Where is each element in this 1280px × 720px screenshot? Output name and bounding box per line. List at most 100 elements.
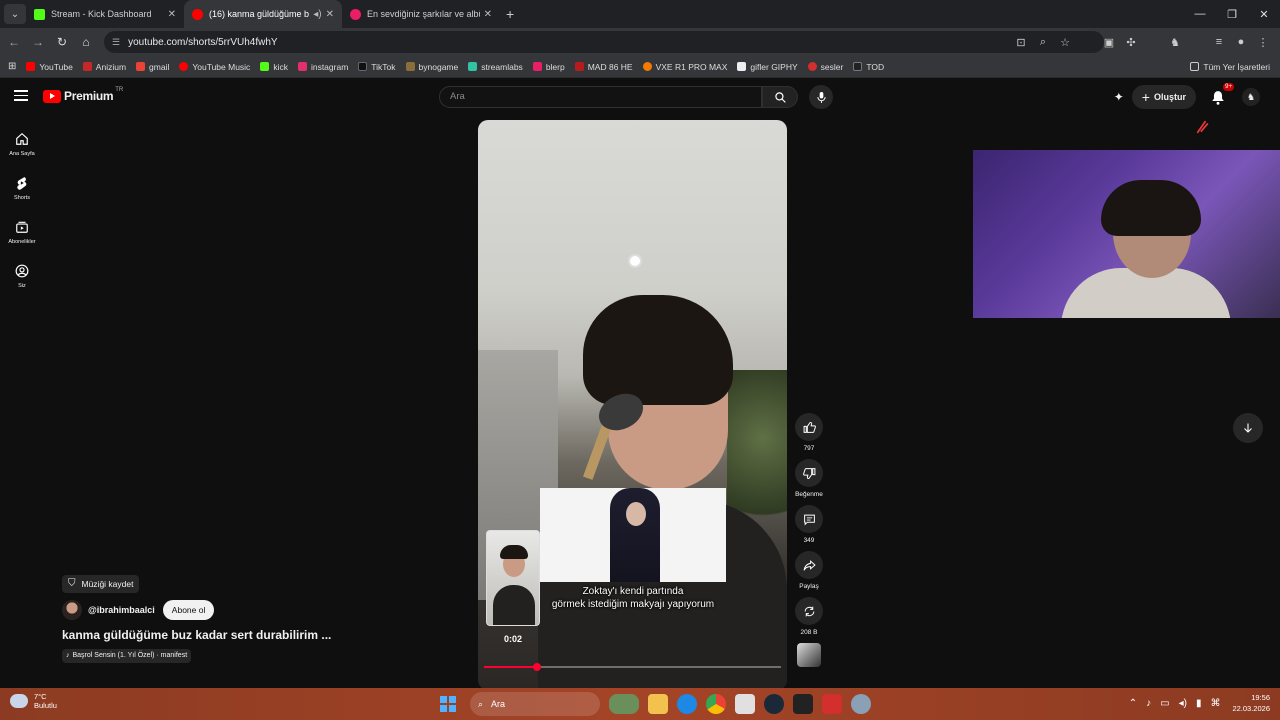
file-explorer-icon[interactable] (648, 694, 668, 714)
bookmark-label: instagram (310, 61, 349, 72)
bookmark-youtube-music[interactable]: YouTube Music (179, 62, 250, 72)
profile-icon[interactable]: ● (1230, 36, 1252, 48)
nav-home[interactable]: Ana Sayfa (0, 122, 44, 166)
bookmark-tod[interactable]: TOD (853, 62, 884, 72)
reload-icon[interactable]: ↻ (50, 30, 74, 54)
clock[interactable]: 19:56 22.03.2026 (1232, 692, 1270, 714)
next-short-button[interactable] (1233, 413, 1263, 443)
volume-icon[interactable]: ◂) (1179, 698, 1187, 709)
minimize-icon[interactable]: — (1184, 0, 1216, 28)
youtube-premium-logo[interactable]: Premium TR (43, 87, 123, 103)
site-info-icon[interactable]: ☰ (112, 37, 120, 48)
dislike-button[interactable] (795, 459, 823, 487)
shorts-video-player[interactable]: Zoktay'ı kendi partında görmek istediğim… (478, 120, 787, 690)
channel-name[interactable]: @ibrahimbaalci (88, 605, 155, 615)
weather-widget[interactable]: 7°C Bulutlu (10, 692, 57, 710)
widget-icon[interactable] (609, 694, 639, 714)
network-icon[interactable]: ▭ (1160, 698, 1169, 709)
bookmark-streamlabs[interactable]: streamlabs (468, 62, 523, 72)
bookmark-kick[interactable]: kick (260, 62, 288, 72)
all-bookmarks[interactable]: Tüm Yer İşaretleri (1190, 62, 1270, 72)
you-icon (14, 263, 30, 279)
battery-icon[interactable]: ▮ (1196, 698, 1202, 709)
blerp-icon (532, 62, 542, 71)
windows-start-icon[interactable] (440, 696, 456, 712)
temperature: 7°C (34, 692, 47, 701)
close-icon[interactable]: ✕ (168, 9, 176, 20)
app-red-icon[interactable] (822, 694, 842, 714)
extension-icon[interactable]: ▣ (1098, 36, 1120, 49)
save-music-button[interactable]: ⛉ Müziği kaydet (62, 574, 140, 593)
comment-button[interactable] (795, 505, 823, 533)
video-progress-bar[interactable] (484, 663, 781, 671)
bookmark-anizium[interactable]: Anizium (82, 62, 126, 72)
comment-count: 349 (803, 537, 815, 544)
home-icon[interactable]: ⌂ (74, 30, 98, 54)
close-window-icon[interactable]: ✕ (1248, 0, 1280, 28)
tab-search-icon[interactable]: ⌄ (4, 4, 26, 24)
bookmark-gmail[interactable]: gmail (136, 62, 169, 72)
like-count: 797 (803, 445, 815, 452)
store-icon[interactable] (735, 694, 755, 714)
streamer-logo-icon (1196, 120, 1209, 134)
subscribe-button[interactable]: Abone ol (162, 599, 215, 620)
back-icon[interactable]: ← (2, 30, 26, 54)
tab-kick-dashboard[interactable]: Stream - Kick Dashboard ✕ (26, 0, 184, 28)
like-button[interactable] (795, 413, 823, 441)
gamepad-icon[interactable]: ⌘ (1210, 698, 1220, 709)
tab-youtube-short[interactable]: (16) kanma güldüğüme buz ◂) ✕ (184, 0, 342, 28)
install-app-icon[interactable]: ⊡ (1010, 36, 1032, 49)
url-field[interactable]: ☰ youtube.com/shorts/5rrVUh4fwhY (104, 31, 1104, 53)
voice-search-button[interactable] (809, 85, 833, 109)
share-button[interactable] (795, 551, 823, 579)
incognito-icon[interactable]: ♞ (1164, 36, 1186, 49)
tab-favorite-songs[interactable]: En sevdiğiniz şarkılar ve albümle ✕ (342, 0, 500, 28)
remix-button[interactable] (795, 597, 823, 625)
bookmark-tiktok[interactable]: TikTok (358, 62, 396, 72)
microphone-icon[interactable]: ♪ (1146, 698, 1151, 709)
bookmark-vxe[interactable]: VXE R1 PRO MAX (642, 62, 727, 72)
menu-icon[interactable]: ⋮ (1252, 36, 1274, 49)
short-title[interactable]: kanma güldüğüme buz kadar sert durabilir… (62, 628, 392, 642)
sound-thumbnail[interactable] (797, 643, 821, 667)
forward-icon[interactable]: → (26, 30, 50, 54)
notifications-button[interactable]: 9+ (1208, 83, 1234, 107)
share-icon (803, 559, 816, 571)
bookmark-bynogame[interactable]: bynogame (405, 62, 458, 72)
search-button[interactable] (762, 86, 798, 108)
bookmark-instagram[interactable]: instagram (297, 61, 349, 72)
gem-icon[interactable]: ✦ (1114, 90, 1124, 104)
channel-avatar[interactable] (62, 599, 82, 620)
steam-icon[interactable] (764, 694, 784, 714)
create-button[interactable]: + Oluştur (1131, 85, 1196, 109)
bookmark-sesler[interactable]: sesler (807, 62, 843, 72)
epic-games-icon[interactable] (793, 694, 813, 714)
speaker-icon[interactable]: ◂) (313, 9, 321, 20)
nav-shorts[interactable]: Shorts (0, 166, 44, 210)
edge-icon[interactable] (677, 694, 697, 714)
apps-icon[interactable]: ⊞ (8, 61, 16, 72)
nav-you[interactable]: Siz (0, 254, 44, 298)
settings-gear-icon[interactable] (851, 694, 871, 714)
bookmark-star-icon[interactable]: ☆ (1054, 36, 1076, 49)
new-tab-button[interactable]: + (506, 6, 514, 22)
media-icon[interactable]: ≡ (1208, 36, 1230, 48)
puzzle-icon[interactable]: ✣ (1120, 36, 1142, 49)
subscriptions-icon (14, 219, 30, 235)
chrome-icon[interactable] (706, 694, 726, 714)
taskbar-search[interactable]: ⌕ Ara (470, 692, 600, 716)
close-icon[interactable]: ✕ (326, 9, 334, 20)
close-icon[interactable]: ✕ (484, 9, 492, 20)
zoom-icon[interactable]: ⌕ (1032, 36, 1054, 49)
search-input[interactable]: Ara (439, 86, 762, 108)
chevron-up-icon[interactable]: ⌃ (1129, 698, 1137, 709)
bookmark-giphy[interactable]: gifler GIPHY (737, 62, 798, 72)
bookmark-youtube[interactable]: YouTube (26, 62, 73, 72)
music-chip[interactable]: ♪ Başrol Sensin (1. Yıl Özel) · manifest (62, 648, 192, 663)
restore-icon[interactable]: ❐ (1216, 0, 1248, 28)
bookmark-mad86he[interactable]: MAD 86 HE (574, 62, 633, 72)
account-avatar[interactable]: ♞ (1242, 88, 1260, 106)
bookmark-blerp[interactable]: blerp (532, 62, 565, 72)
nav-subscriptions[interactable]: Abonelikler (0, 210, 44, 254)
menu-hamburger-icon[interactable] (14, 90, 28, 101)
